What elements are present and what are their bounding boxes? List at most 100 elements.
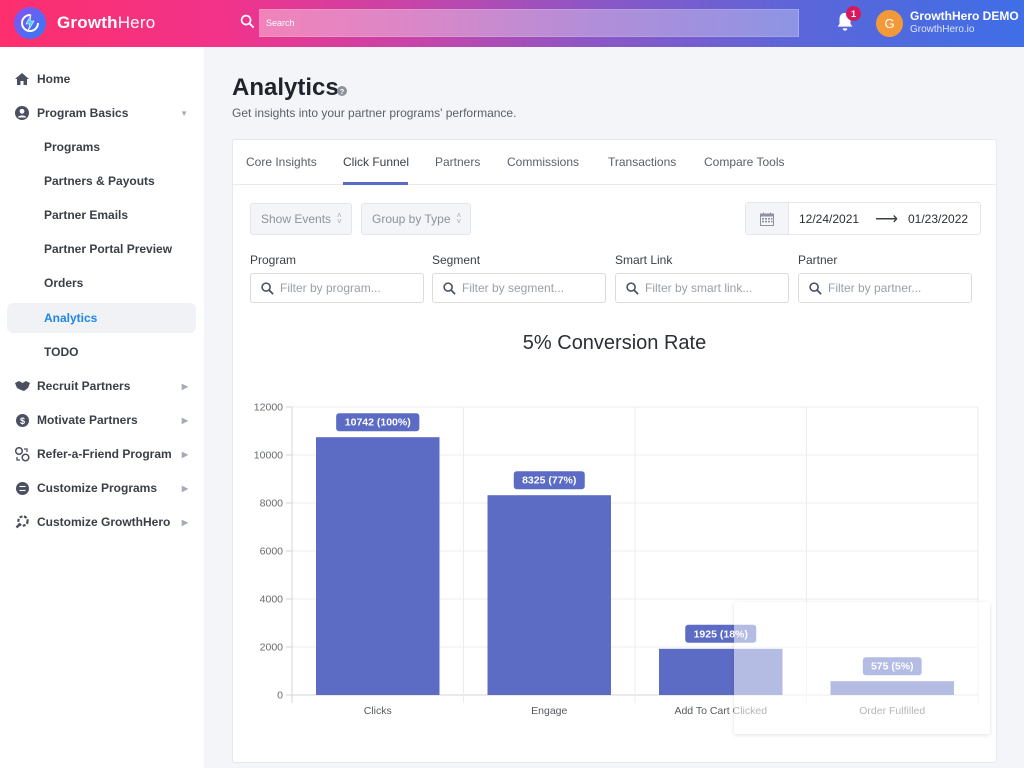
group-by-label: Group by Type [372, 212, 451, 226]
sidebar-item-label: Program Basics [37, 106, 129, 120]
tab-core-insights[interactable]: Core Insights [246, 155, 317, 169]
x-tick-label: Order Fulfilled [859, 705, 925, 717]
help-icon[interactable]: ? [337, 83, 347, 101]
chevron-right-icon: ▶ [181, 381, 188, 391]
chevron-right-icon: ▶ [181, 449, 188, 459]
date-start-input[interactable]: 12/24/2021 [799, 212, 859, 226]
y-tick-label: 6000 [260, 546, 284, 558]
sidebar-item-motivate-partners[interactable]: $ Motivate Partners ▶ [7, 405, 196, 435]
handshake-icon [7, 380, 37, 392]
sidebar-item-recruit-partners[interactable]: Recruit Partners ▶ [7, 371, 196, 401]
user-name[interactable]: GrowthHero DEMO [910, 9, 1019, 23]
sidebar-item-home[interactable]: Home [7, 64, 196, 94]
sliders-icon [7, 481, 37, 495]
sort-caret-icon: ˄ ˅ [337, 211, 342, 226]
date-end-input[interactable]: 01/23/2022 [908, 212, 968, 226]
sidebar-item-label: TODO [44, 345, 79, 359]
sidebar-item-label: Home [37, 72, 71, 86]
wrench-gear-icon [7, 515, 37, 529]
user-domain: GrowthHero.io [910, 24, 975, 35]
sidebar-item-orders[interactable]: Orders [7, 268, 196, 298]
y-tick-label: 12000 [254, 402, 283, 414]
y-tick-label: 4000 [260, 594, 284, 606]
dollar-coin-icon: $ [7, 413, 37, 427]
segment-filter[interactable] [432, 273, 606, 303]
smart-link-filter-input[interactable] [645, 281, 785, 295]
tab-compare-tools[interactable]: Compare Tools [704, 155, 784, 169]
program-filter-input[interactable] [280, 281, 420, 295]
data-label: 10742 (100%) [345, 417, 411, 429]
user-avatar[interactable]: G [876, 10, 903, 37]
active-tab-indicator [343, 182, 408, 185]
tab-click-funnel[interactable]: Click Funnel [343, 155, 409, 169]
brand-name: GrowthHero [57, 13, 156, 32]
show-events-select[interactable]: Show Events ˄ ˅ [250, 203, 352, 235]
sidebar-item-label: Recruit Partners [37, 379, 131, 393]
sidebar-item-customize-programs[interactable]: Customize Programs ▶ [7, 473, 196, 503]
search-input[interactable] [260, 10, 798, 36]
group-by-select[interactable]: Group by Type ˄ ˅ [361, 203, 471, 235]
tab-transactions[interactable]: Transactions [608, 155, 676, 169]
tab-partners[interactable]: Partners [435, 155, 480, 169]
sidebar-item-partner-emails[interactable]: Partner Emails [7, 200, 196, 230]
x-tick-label: Engage [531, 705, 567, 717]
search-icon [626, 281, 639, 295]
sidebar-item-label: Partners & Payouts [44, 174, 155, 188]
sidebar-item-partner-portal-preview[interactable]: Partner Portal Preview [7, 234, 196, 264]
sidebar-item-label: Analytics [44, 311, 98, 325]
smart-link-filter[interactable] [615, 273, 789, 303]
sidebar-item-refer-a-friend[interactable]: Refer-a-Friend Program ▶ [7, 439, 196, 469]
segment-filter-input[interactable] [462, 281, 602, 295]
brand-logo[interactable]: GrowthHero [14, 7, 155, 39]
sidebar-item-label: Partner Emails [44, 208, 129, 222]
sidebar-item-label: Customize GrowthHero [37, 515, 171, 529]
search-icon [443, 281, 456, 295]
analytics-tabs: Core Insights Click Funnel Partners Comm… [233, 140, 996, 185]
sidebar-item-customize-growthhero[interactable]: Customize GrowthHero ▶ [7, 507, 196, 537]
y-tick-label: 2000 [260, 642, 284, 654]
user-circle-icon [7, 106, 37, 120]
sidebar-item-label: Motivate Partners [37, 413, 138, 427]
sidebar-item-label: Partner Portal Preview [44, 242, 173, 256]
calendar-icon[interactable] [746, 203, 789, 234]
bar-order-fulfilled [830, 681, 954, 695]
tab-commissions[interactable]: Commissions [507, 155, 579, 169]
search-icon[interactable] [240, 14, 255, 34]
data-label: 575 (5%) [871, 661, 914, 673]
program-filter-label: Program [250, 253, 297, 267]
sidebar-item-analytics[interactable]: Analytics [7, 303, 196, 333]
y-tick-label: 10000 [254, 450, 283, 462]
svg-text:?: ? [340, 87, 345, 96]
y-tick-label: 0 [277, 690, 283, 702]
top-navigation-bar: GrowthHero 1 G GrowthHero DEMO GrowthHer… [0, 0, 1024, 47]
smart-link-filter-label: Smart Link [615, 253, 673, 267]
date-range-picker[interactable]: 12/24/2021 ⟶ 01/23/2022 [745, 202, 981, 235]
bar-clicks [316, 437, 440, 695]
svg-text:$: $ [19, 416, 24, 426]
partner-filter-input[interactable] [828, 281, 968, 295]
arrow-right-icon: ⟶ [875, 210, 898, 228]
sidebar-item-todo[interactable]: TODO [7, 337, 196, 367]
page-subtitle: Get insights into your partner programs'… [232, 106, 517, 120]
lightning-logo-icon [14, 7, 46, 39]
x-tick-label: Clicks [364, 705, 392, 717]
program-filter[interactable] [250, 273, 424, 303]
chart-title: 5% Conversion Rate [522, 332, 707, 354]
sidebar-item-program-basics[interactable]: Program Basics ▼ [7, 98, 196, 128]
chevron-right-icon: ▶ [181, 517, 188, 527]
global-search[interactable] [259, 9, 799, 37]
sidebar-item-partners-payouts[interactable]: Partners & Payouts [7, 166, 196, 196]
refer-coins-icon [7, 446, 37, 462]
chevron-right-icon: ▶ [181, 483, 188, 493]
data-label: 1925 (18%) [694, 628, 748, 640]
segment-filter-label: Segment [432, 253, 481, 267]
chevron-down-icon: ▼ [180, 108, 188, 118]
partner-filter[interactable] [798, 273, 972, 303]
sort-caret-icon: ˄ ˅ [456, 211, 462, 226]
sidebar-item-programs[interactable]: Programs [7, 132, 196, 162]
partner-filter-label: Partner [798, 253, 838, 267]
sidebar-item-label: Orders [44, 276, 84, 290]
bar-add-to-cart-clicked [659, 648, 783, 695]
search-icon [809, 281, 822, 295]
notification-count-badge: 1 [846, 6, 861, 21]
